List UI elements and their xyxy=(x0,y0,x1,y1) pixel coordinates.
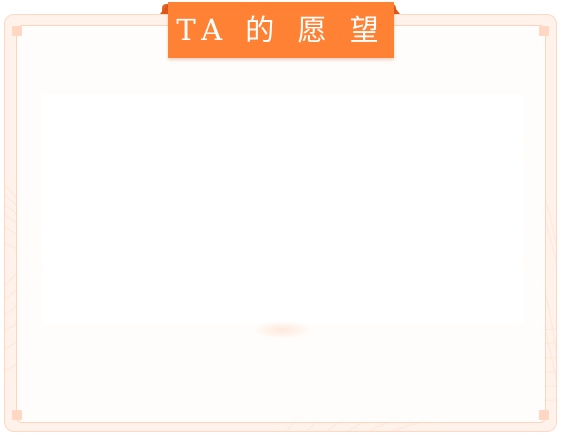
ribbon-fold-left xyxy=(160,4,168,14)
corner-ornament-bottom-left xyxy=(12,410,22,420)
page-title: TA 的 愿 望 xyxy=(176,13,386,47)
corner-ornament-top-left xyxy=(12,26,22,36)
ribbon-main: TA 的 愿 望 xyxy=(168,2,394,58)
corner-ornament-top-right xyxy=(539,26,549,36)
title-ribbon: TA 的 愿 望 xyxy=(160,0,400,70)
wish-content-area xyxy=(43,95,522,323)
corner-ornament-bottom-right xyxy=(539,410,549,420)
